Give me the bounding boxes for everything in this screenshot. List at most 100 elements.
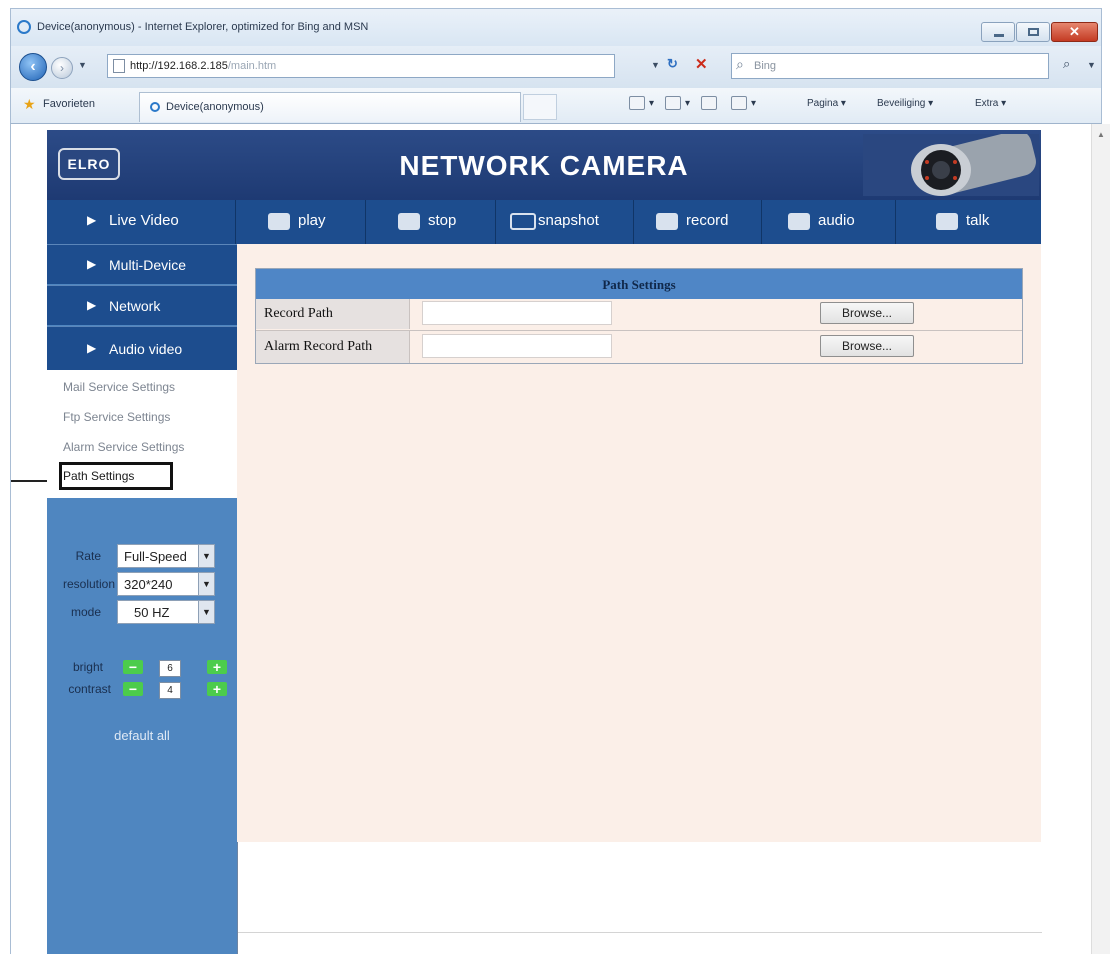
vertical-scrollbar[interactable]: ▲ — [1091, 124, 1110, 954]
content-area: Path Settings Record Path Browse... Alar… — [237, 244, 1041, 842]
search-box[interactable]: ⌕ Bing — [731, 53, 1049, 79]
ie-logo-icon — [17, 20, 31, 34]
bright-value: 6 — [159, 660, 181, 677]
address-bar[interactable]: http://192.168.2.185/main.htm — [107, 54, 615, 78]
url-path: /main.htm — [227, 60, 277, 72]
snapshot-label: snapshot — [538, 212, 599, 229]
address-text: http://192.168.2.185/main.htm — [130, 60, 276, 72]
print-dropdown-icon[interactable]: ▾ — [751, 98, 756, 109]
back-button[interactable]: ‹ — [19, 53, 47, 81]
refresh-icon[interactable]: ↻ — [667, 56, 678, 72]
alarm-record-path-input[interactable] — [422, 334, 612, 358]
close-button[interactable] — [1051, 22, 1098, 42]
rate-label: Rate — [75, 549, 101, 563]
record-button[interactable]: record — [633, 200, 761, 244]
talk-icon — [936, 213, 958, 230]
audio-icon — [788, 213, 810, 230]
rate-value: Full-Speed — [124, 549, 187, 564]
resolution-label: resolution — [62, 577, 115, 591]
record-path-label: Record Path — [256, 299, 410, 329]
chevron-down-icon: ▼ — [198, 573, 214, 595]
page-icon — [113, 59, 125, 73]
contrast-decrease-button[interactable]: − — [123, 682, 143, 696]
talk-label: talk — [966, 212, 990, 229]
page-viewport: ▲ ELRO NETWORK CAMERA ▶ Live Video play — [10, 124, 1110, 954]
play-button[interactable]: play — [235, 200, 365, 244]
browser-tab[interactable]: Device(anonymous) — [139, 92, 521, 122]
favorites-bar: ★ Favorieten Device(anonymous) ▾ ▾ ▾ Pag… — [10, 88, 1102, 124]
search-go-icon[interactable]: ⌕ — [1063, 56, 1070, 72]
divider — [238, 932, 1042, 933]
stop-button[interactable]: stop — [365, 200, 495, 244]
tab-ie-icon — [150, 102, 160, 112]
play-icon — [268, 213, 290, 230]
menu-item-live-video[interactable]: ▶ Live Video — [47, 200, 235, 244]
new-tab-button[interactable] — [523, 94, 557, 120]
print-icon[interactable] — [731, 96, 747, 110]
search-dropdown-icon[interactable]: ▼ — [1087, 60, 1096, 70]
minimize-button[interactable] — [981, 22, 1015, 42]
play-label: play — [298, 212, 326, 229]
alarm-record-path-browse-button[interactable]: Browse... — [820, 335, 914, 357]
history-dropdown-icon[interactable]: ▼ — [78, 60, 87, 70]
triangle-right-icon: ▶ — [87, 257, 97, 271]
tab-label: Device(anonymous) — [166, 101, 264, 113]
chevron-down-icon: ▼ — [198, 601, 214, 623]
content-footer-area — [237, 842, 1042, 954]
audio-button[interactable]: audio — [761, 200, 895, 244]
menu-item-multi-device[interactable]: ▶ Multi-Device — [47, 244, 237, 284]
home-dropdown-icon[interactable]: ▾ — [649, 98, 654, 109]
audio-video-label: Audio video — [109, 341, 183, 357]
feeds-icon[interactable] — [665, 96, 681, 110]
chevron-down-icon: ▼ — [198, 545, 214, 567]
mode-select[interactable]: 50 HZ ▼ — [117, 600, 215, 624]
feeds-dropdown-icon[interactable]: ▾ — [685, 98, 690, 109]
talk-button[interactable]: talk — [895, 200, 1041, 244]
menu-item-network[interactable]: ▶ Network — [47, 285, 237, 325]
forward-button[interactable]: › — [51, 57, 73, 79]
maximize-button[interactable] — [1016, 22, 1050, 42]
pagina-menu[interactable]: Pagina ▾ — [807, 98, 846, 109]
path-settings-header: Path Settings — [256, 269, 1022, 299]
mail-icon[interactable] — [701, 96, 717, 110]
snapshot-button[interactable]: snapshot — [495, 200, 633, 244]
record-path-input[interactable] — [422, 301, 612, 325]
scroll-up-icon[interactable]: ▲ — [1097, 130, 1105, 139]
url-host: http://192.168.2.185 — [130, 60, 228, 72]
home-icon[interactable] — [629, 96, 645, 110]
path-settings-table: Path Settings Record Path Browse... Alar… — [255, 268, 1023, 364]
favorites-star-icon[interactable]: ★ — [23, 96, 36, 113]
submenu-mail-service-settings[interactable]: Mail Service Settings — [63, 380, 175, 394]
submenu: Mail Service Settings Ftp Service Settin… — [47, 370, 237, 498]
mode-label: mode — [70, 605, 101, 619]
favorites-button[interactable]: Favorieten — [43, 98, 95, 110]
audio-label: audio — [818, 212, 855, 229]
submenu-path-settings[interactable]: Path Settings — [63, 469, 134, 483]
record-path-browse-button[interactable]: Browse... — [820, 302, 914, 324]
rate-select[interactable]: Full-Speed ▼ — [117, 544, 215, 568]
contrast-increase-button[interactable]: + — [207, 682, 227, 696]
snapshot-icon — [510, 213, 536, 230]
stop-icon[interactable]: ✕ — [695, 55, 708, 73]
beveiliging-menu[interactable]: Beveiliging ▾ — [877, 98, 933, 109]
record-icon — [656, 213, 678, 230]
address-dropdown-icon[interactable]: ▼ — [651, 60, 660, 70]
resolution-select[interactable]: 320*240 ▼ — [117, 572, 215, 596]
window-title: Device(anonymous) - Internet Explorer, o… — [37, 21, 369, 33]
network-label: Network — [109, 298, 161, 314]
default-all-link[interactable]: default all — [47, 728, 237, 743]
camera-toolbar: ▶ Live Video play stop snapshot record a… — [47, 200, 1041, 244]
triangle-right-icon: ▶ — [87, 341, 97, 355]
bright-increase-button[interactable]: + — [207, 660, 227, 674]
bright-decrease-button[interactable]: − — [123, 660, 143, 674]
search-placeholder: Bing — [754, 60, 777, 72]
submenu-ftp-service-settings[interactable]: Ftp Service Settings — [63, 410, 170, 424]
triangle-right-icon: ▶ — [87, 298, 97, 312]
sidebar: ▶ Multi-Device ▶ Network ▶ Audio video M… — [47, 244, 237, 954]
triangle-right-icon: ▶ — [87, 213, 97, 227]
extra-menu[interactable]: Extra ▾ — [975, 98, 1006, 109]
menu-item-audio-video[interactable]: ▶ Audio video — [47, 326, 237, 370]
submenu-alarm-service-settings[interactable]: Alarm Service Settings — [63, 440, 184, 454]
alarm-record-path-label: Alarm Record Path — [256, 331, 410, 363]
search-icon: ⌕ — [736, 56, 744, 72]
